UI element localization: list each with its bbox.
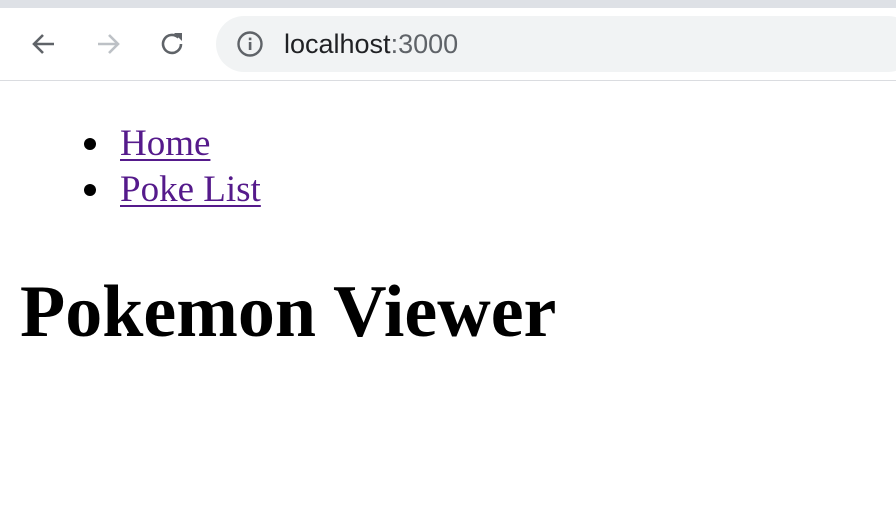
nav-list: Home Poke List bbox=[78, 121, 261, 213]
poke-list-link[interactable]: Poke List bbox=[120, 169, 261, 210]
forward-button[interactable] bbox=[86, 22, 130, 66]
page-title: Pokemon Viewer bbox=[20, 271, 557, 353]
arrow-right-icon bbox=[98, 34, 120, 54]
browser-toolbar: localhost:3000 bbox=[0, 8, 896, 81]
nav-item-home: Home bbox=[78, 121, 261, 167]
url-text[interactable]: localhost:3000 bbox=[284, 30, 458, 58]
browser-tab-strip bbox=[0, 0, 896, 8]
home-link[interactable]: Home bbox=[120, 123, 210, 164]
address-bar[interactable]: localhost:3000 bbox=[216, 16, 896, 72]
info-icon[interactable] bbox=[236, 30, 264, 58]
url-port: :3000 bbox=[390, 29, 459, 59]
bullet-icon bbox=[84, 184, 96, 196]
back-button[interactable] bbox=[22, 22, 66, 66]
page-content: Home Poke List Pokemon Viewer bbox=[0, 81, 896, 518]
bullet-icon bbox=[84, 138, 96, 150]
reload-button[interactable] bbox=[150, 22, 194, 66]
reload-icon bbox=[161, 33, 183, 55]
nav-item-poke-list: Poke List bbox=[78, 167, 261, 213]
url-host: localhost bbox=[284, 29, 391, 59]
arrow-left-icon bbox=[32, 34, 54, 54]
